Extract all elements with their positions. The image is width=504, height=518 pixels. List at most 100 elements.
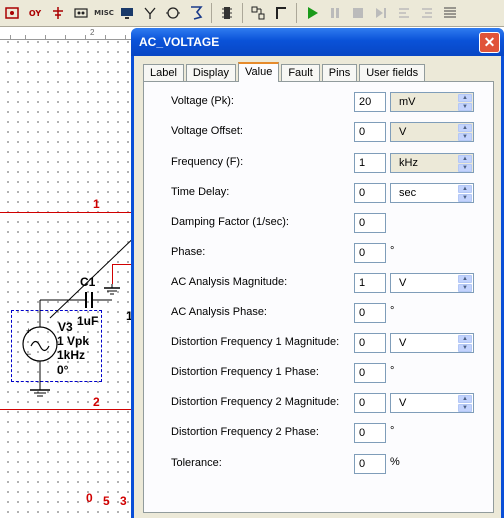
voltage-offset-unit-select[interactable]: V ▲ ▼: [390, 122, 474, 142]
chip-icon[interactable]: [217, 3, 237, 23]
dist-freq2-unit-select[interactable]: V ▲ ▼: [390, 393, 474, 413]
toolbar-separator: [211, 3, 212, 23]
degree-symbol: °: [390, 365, 395, 377]
voltage-offset-input[interactable]: 0: [354, 122, 386, 142]
dist-freq1-magnitude-label: Distortion Frequency 1 Magnitude:: [171, 336, 340, 348]
degree-symbol: °: [390, 305, 395, 317]
spinner-icon[interactable]: ▲ ▼: [458, 155, 472, 172]
close-icon: ✕: [483, 33, 496, 50]
ac-phase-label: AC Analysis Phase:: [171, 306, 267, 318]
spinner-icon[interactable]: ▲ ▼: [458, 94, 472, 111]
frequency-unit-select[interactable]: kHz ▲ ▼: [390, 153, 474, 173]
net-label-2: 2: [93, 395, 100, 409]
source-phase[interactable]: 0°: [57, 364, 68, 377]
voltage-pk-unit-select[interactable]: mV ▲ ▼: [390, 92, 474, 112]
damping-factor-input[interactable]: 0: [354, 213, 386, 233]
time-delay-unit-select[interactable]: sec ▲ ▼: [390, 183, 474, 203]
net-wire-cap-vertical[interactable]: [112, 264, 113, 284]
power-source-icon[interactable]: [48, 3, 68, 23]
ruler-mark: 2: [90, 28, 95, 37]
damping-factor-row: Damping Factor (1/sec): 0: [171, 213, 501, 233]
play-icon[interactable]: [302, 3, 322, 23]
grid-list-icon[interactable]: [440, 3, 460, 23]
spinner-icon[interactable]: ▲ ▼: [458, 275, 472, 292]
dialog-titlebar[interactable]: AC_VOLTAGE ✕: [131, 28, 504, 56]
tolerance-label: Tolerance:: [171, 457, 222, 469]
ac-magnitude-row: AC Analysis Magnitude: 1 V ▲ ▼: [171, 273, 501, 293]
tab-fault[interactable]: Fault: [281, 64, 320, 81]
time-delay-input[interactable]: 0: [354, 183, 386, 203]
dist-freq2-magnitude-row: Distortion Frequency 2 Magnitude: 0 V ▲ ▼: [171, 393, 501, 413]
tab-strip: Label Display Value Fault Pins User fiel…: [143, 62, 494, 82]
voltage-offset-label: Voltage Offset:: [171, 125, 243, 137]
pause-icon[interactable]: [325, 3, 345, 23]
spinner-icon[interactable]: ▲ ▼: [458, 335, 472, 352]
tab-pins[interactable]: Pins: [321, 64, 358, 81]
tolerance-input[interactable]: 0: [354, 454, 386, 474]
source-ref[interactable]: V3: [58, 321, 73, 334]
drc-icon[interactable]: [2, 3, 22, 23]
frequency-unit: kHz: [399, 157, 418, 169]
probe-icon[interactable]: [186, 3, 206, 23]
dist-freq2-phase-row: Distortion Frequency 2 Phase: 0 °: [171, 423, 501, 443]
dialog-title: AC_VOLTAGE: [139, 35, 220, 49]
phase-row: Phase: 0 °: [171, 243, 501, 263]
antenna-icon[interactable]: [140, 3, 160, 23]
dist-freq2-unit: V: [399, 397, 407, 409]
ac-voltage-dialog: AC_VOLTAGE ✕ Label Display Value Fault P…: [131, 28, 504, 518]
meter-icon[interactable]: [163, 3, 183, 23]
indicator-icon[interactable]: [71, 3, 91, 23]
frequency-label: Frequency (F):: [171, 156, 244, 168]
close-button[interactable]: ✕: [479, 31, 500, 53]
monitor-icon[interactable]: [117, 3, 137, 23]
misc-button[interactable]: MISC: [94, 3, 114, 23]
dist-freq2-phase-input[interactable]: 0: [354, 423, 386, 443]
dist-freq2-magnitude-label: Distortion Frequency 2 Magnitude:: [171, 396, 340, 408]
dist-freq2-magnitude-input[interactable]: 0: [354, 393, 386, 413]
stop-icon[interactable]: [348, 3, 368, 23]
tab-user-fields[interactable]: User fields: [359, 64, 426, 81]
step-out-icon[interactable]: [417, 3, 437, 23]
spinner-icon[interactable]: ▲ ▼: [458, 124, 472, 141]
damping-factor-label: Damping Factor (1/sec):: [171, 216, 289, 228]
ac-phase-row: AC Analysis Phase: 0 °: [171, 303, 501, 323]
top-ruler: 2: [0, 27, 140, 40]
voltage-pk-row: Voltage (Pk): 20 mV ▲ ▼: [171, 92, 501, 112]
dist-freq1-phase-label: Distortion Frequency 1 Phase:: [171, 366, 319, 378]
time-delay-label: Time Delay:: [171, 186, 230, 198]
ac-magnitude-input[interactable]: 1: [354, 273, 386, 293]
capacitor-ref[interactable]: C1: [80, 276, 95, 289]
net-wire-1[interactable]: [0, 212, 131, 213]
phase-input[interactable]: 0: [354, 243, 386, 263]
dist-freq1-unit-select[interactable]: V ▲ ▼: [390, 333, 474, 353]
ac-magnitude-unit-select[interactable]: V ▲ ▼: [390, 273, 474, 293]
source-frequency[interactable]: 1kHz: [57, 349, 85, 362]
frequency-input[interactable]: 1: [354, 153, 386, 173]
step-into-icon[interactable]: [394, 3, 414, 23]
tab-value[interactable]: Value: [238, 62, 280, 82]
tab-display[interactable]: Display: [185, 64, 236, 81]
time-delay-unit: sec: [399, 187, 417, 199]
oy-icon[interactable]: OY: [25, 3, 45, 23]
voltage-pk-input[interactable]: 20: [354, 92, 386, 112]
ac-magnitude-unit: V: [399, 277, 407, 289]
net-wire-cap[interactable]: [112, 264, 131, 265]
tolerance-row: Tolerance: 0 %: [171, 454, 501, 474]
spinner-icon[interactable]: ▲ ▼: [458, 185, 472, 202]
source-amplitude[interactable]: 1 Vpk: [57, 335, 89, 348]
ac-phase-input[interactable]: 0: [354, 303, 386, 323]
phase-label: Phase:: [171, 246, 206, 258]
time-delay-row: Time Delay: 0 sec ▲ ▼: [171, 183, 501, 203]
voltage-pk-label: Voltage (Pk):: [171, 95, 234, 107]
junction-icon[interactable]: [248, 3, 268, 23]
dist-freq1-magnitude-input[interactable]: 0: [354, 333, 386, 353]
net-wire-2[interactable]: [0, 409, 131, 410]
step-icon[interactable]: [371, 3, 391, 23]
tab-label[interactable]: Label: [143, 64, 184, 81]
spinner-icon[interactable]: ▲ ▼: [458, 395, 472, 412]
dist-freq1-phase-input[interactable]: 0: [354, 363, 386, 383]
dist-freq1-magnitude-row: Distortion Frequency 1 Magnitude: 0 V ▲ ▼: [171, 333, 501, 353]
voltage-pk-unit: mV: [399, 96, 416, 108]
bus-icon[interactable]: [271, 3, 291, 23]
percent-symbol: %: [390, 456, 400, 468]
